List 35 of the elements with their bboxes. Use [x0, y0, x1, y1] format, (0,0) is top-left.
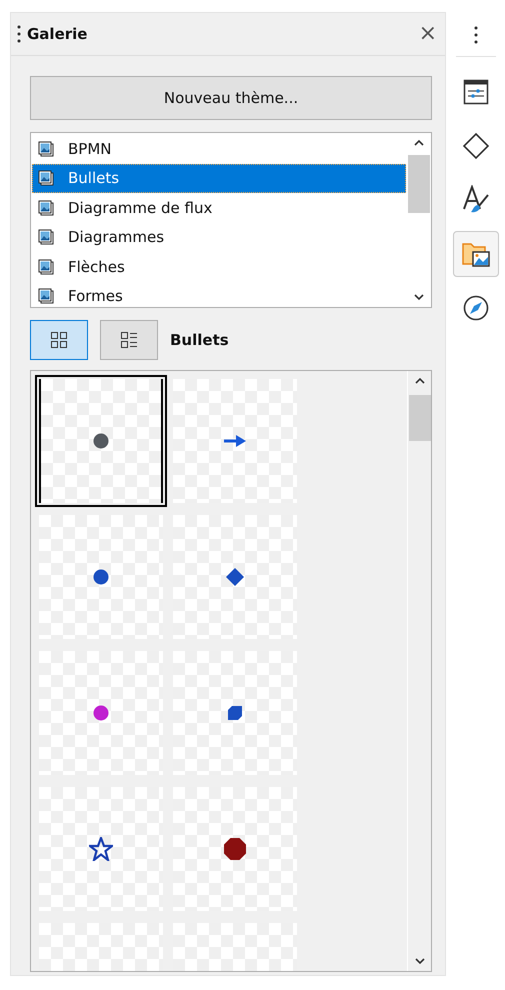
theme-list-item[interactable]: Diagramme de flux [32, 193, 406, 222]
image-icon [38, 258, 54, 275]
theme-list-item[interactable]: Diagrammes [32, 222, 406, 252]
image-icon [38, 200, 54, 216]
scroll-thumb[interactable] [408, 395, 430, 441]
gallery-item[interactable] [35, 375, 167, 507]
image-icon [38, 288, 54, 304]
theme-list-item[interactable]: Bullets [32, 164, 406, 193]
grid-icon [49, 330, 69, 350]
letter-brush-icon [460, 185, 490, 215]
scrollbar[interactable] [407, 371, 431, 971]
scroll-thumb[interactable] [408, 155, 430, 213]
theme-name: Bullets [170, 331, 229, 349]
scroll-up-icon[interactable] [414, 377, 424, 385]
theme-list-item[interactable]: Flèches [32, 252, 406, 282]
gallery-tab[interactable] [452, 231, 498, 277]
diamond-icon [462, 132, 490, 160]
drag-handle-icon[interactable] [17, 25, 21, 43]
image-icon [38, 140, 54, 157]
panel-title: Galerie [27, 25, 88, 43]
scroll-down-icon[interactable] [414, 293, 424, 301]
icon-view-button[interactable] [30, 320, 88, 360]
sliders-icon [462, 78, 490, 106]
close-button[interactable]: × [416, 23, 439, 45]
image-icon [38, 229, 54, 246]
more-options-icon[interactable] [474, 26, 478, 44]
theme-list-item[interactable]: Formes [32, 282, 406, 311]
theme-list-item[interactable]: BPMN [32, 134, 406, 164]
list-icon [119, 330, 139, 350]
detail-view-button[interactable] [100, 320, 158, 360]
image-icon [38, 170, 54, 186]
compass-icon [462, 294, 490, 322]
scroll-up-icon[interactable] [414, 139, 424, 147]
scroll-down-icon[interactable] [414, 957, 424, 965]
new-theme-button[interactable]: Nouveau thème... [30, 76, 432, 120]
